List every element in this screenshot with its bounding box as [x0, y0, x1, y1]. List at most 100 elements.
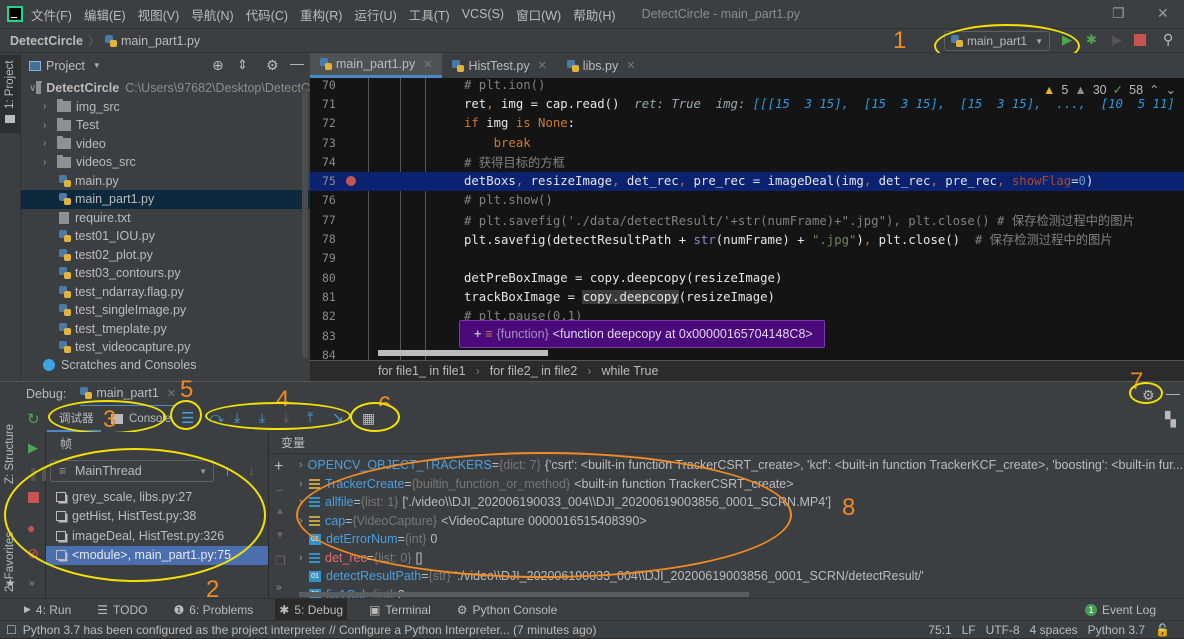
rerun-icon[interactable]: ↻	[27, 410, 40, 428]
chevron-right-icon[interactable]: ›	[293, 459, 303, 471]
tab-terminal[interactable]: ▣ Terminal	[365, 599, 435, 621]
line-number[interactable]: 78	[322, 232, 336, 246]
step-into-my-code-icon[interactable]: ⤓	[259, 409, 265, 426]
variable-row[interactable]: › allfile = {list: 1} ['./video\\DJI_20200…	[293, 493, 1184, 512]
step-over-icon[interactable]: ⤼	[209, 409, 224, 426]
status-message[interactable]: Python 3.7 has been configured as the pr…	[23, 623, 597, 637]
line-number[interactable]: 72	[322, 116, 336, 130]
structure-tab[interactable]: Z: Structure	[4, 424, 16, 484]
add-watch-icon[interactable]: +	[274, 458, 283, 476]
scratches-item[interactable]: Scratches and Consoles	[21, 356, 310, 375]
evaluate-expression-icon[interactable]: ▦	[362, 410, 375, 427]
line-number[interactable]: 71	[322, 97, 336, 111]
thread-select[interactable]: ≡ MainThread ▼	[50, 460, 214, 482]
code-breadcrumb-item[interactable]: while True	[601, 364, 658, 378]
tab-console[interactable]: Console	[111, 406, 171, 432]
tree-item[interactable]: test_videocapture.py	[21, 338, 310, 357]
line-number[interactable]: 75	[322, 174, 336, 188]
tree-item[interactable]: main.py	[21, 172, 310, 191]
tree-item[interactable]: test02_plot.py	[21, 246, 310, 265]
tab-histtest[interactable]: HistTest.py ✕	[442, 53, 556, 78]
code-line[interactable]: 75 detBoxs, resizeImage, det_rec, pre_rec…	[310, 171, 1184, 191]
mute-breakpoints-icon[interactable]: ⊘	[27, 545, 39, 562]
variable-row[interactable]: › cap = {VideoCapture} <VideoCapture 00000…	[293, 512, 1184, 531]
menu-view[interactable]: 视图(V)	[138, 5, 180, 24]
breakpoint-icon[interactable]	[346, 176, 356, 187]
lock-icon[interactable]: 🔓	[1155, 623, 1170, 637]
more-icon[interactable]: »	[29, 578, 35, 589]
code-breadcrumb-item[interactable]: for file2_ in file2	[490, 364, 578, 378]
line-number[interactable]: 74	[322, 155, 336, 169]
menu-window[interactable]: 窗口(W)	[516, 5, 561, 24]
previous-frame-icon[interactable]: ↑	[224, 462, 231, 478]
code-line[interactable]: 78 plt.savefig(detectResultPath + str(num…	[310, 229, 1184, 248]
variable-row[interactable]: › det_rec = {list: 0}[]	[293, 549, 1184, 568]
tab-debugger[interactable]: 调试器	[47, 406, 101, 432]
chevron-right-icon[interactable]: ›	[43, 157, 57, 168]
chevron-right-icon[interactable]: ›	[43, 101, 57, 112]
line-separator[interactable]: LF	[962, 623, 976, 637]
restore-window-button[interactable]: ❐	[1112, 5, 1125, 22]
project-tool-tab[interactable]: 1: Project	[0, 55, 21, 133]
tree-item[interactable]: › img_src	[21, 98, 310, 117]
tree-item[interactable]: › video	[21, 135, 310, 154]
tree-root[interactable]: ∨ DetectCircle C:\Users\97682\Desktop\De…	[21, 79, 310, 98]
locate-icon[interactable]: ⊕	[212, 57, 224, 74]
tree-item[interactable]: test_singleImage.py	[21, 301, 310, 320]
code-line[interactable]: 73 break	[310, 133, 1184, 152]
code-line[interactable]: 77 # plt.savefig('./data/detectResult/'+s…	[310, 210, 1184, 229]
gear-icon[interactable]: ⚙	[266, 57, 279, 74]
debug-session-tab[interactable]: main_part1 ✕	[80, 382, 177, 407]
menu-edit[interactable]: 编辑(E)	[84, 5, 126, 24]
tab-python-console[interactable]: ⚙ Python Console	[453, 599, 562, 621]
code-editor[interactable]: 70 # plt.ion() 71 ret, img = cap.read() ret…	[310, 78, 1184, 360]
code-line[interactable]: 74 # 获得目标的方框	[310, 152, 1184, 171]
menu-code[interactable]: 代码(C)	[246, 5, 288, 24]
line-number[interactable]: 81	[322, 290, 336, 304]
tab-run[interactable]: ▶ 4: Run	[20, 599, 75, 621]
horizontal-scrollbar[interactable]	[299, 592, 749, 597]
tree-item[interactable]: test_tmeplate.py	[21, 320, 310, 339]
expand-icon[interactable]: +	[474, 327, 481, 341]
tab-libs[interactable]: libs.py ✕	[557, 53, 646, 78]
tab-debug[interactable]: ✱ 5: Debug	[275, 598, 348, 621]
run-with-coverage-button[interactable]: ▶	[1112, 32, 1122, 48]
step-into-icon[interactable]: ⤓	[234, 409, 240, 426]
next-frame-icon[interactable]: ↓	[248, 462, 255, 478]
close-tab-icon[interactable]: ✕	[538, 59, 547, 72]
chevron-right-icon[interactable]: ›	[43, 120, 57, 131]
code-line[interactable]: 76 # plt.show()	[310, 191, 1184, 210]
line-number[interactable]: 76	[322, 193, 336, 207]
force-step-into-icon[interactable]: ⤓	[283, 409, 289, 426]
tree-item[interactable]: test01_IOU.py	[21, 227, 310, 246]
file-encoding[interactable]: UTF-8	[986, 623, 1020, 637]
gear-icon[interactable]: ⚙	[1142, 387, 1155, 404]
line-number[interactable]: 83	[322, 329, 336, 343]
code-line[interactable]: 81 trackBoxImage = copy.deepcopy(resizeIm…	[310, 287, 1184, 306]
step-out-icon[interactable]: ⤒	[307, 409, 313, 426]
tab-main-part1[interactable]: main_part1.py ✕	[310, 53, 443, 78]
tab-todo[interactable]: ☰ TODO	[93, 599, 151, 621]
tree-item[interactable]: main_part1.py	[21, 190, 310, 209]
variable-row[interactable]: 01 detErrorNum = {int} 0	[293, 530, 1184, 549]
menu-file[interactable]: 文件(F)	[31, 5, 72, 24]
chevron-down-icon[interactable]: ▼	[93, 61, 101, 70]
line-number[interactable]: 80	[322, 271, 336, 285]
move-up-icon[interactable]: ▲	[275, 506, 285, 517]
menu-vcs[interactable]: VCS(S)	[462, 7, 504, 21]
chevron-down-icon[interactable]: ∨	[29, 83, 36, 94]
layout-settings-icon[interactable]: ▚	[1165, 411, 1176, 428]
stack-frame[interactable]: getHist, HistTest.py:38	[46, 507, 268, 527]
stack-frame[interactable]: <module>, main_part1.py:75	[46, 545, 268, 565]
line-number[interactable]: 70	[322, 78, 336, 92]
toggle-tool-windows-icon[interactable]: ☐	[6, 623, 17, 637]
run-configuration-select[interactable]: main_part1 ▼	[944, 31, 1050, 51]
project-scrollbar[interactable]	[302, 88, 308, 358]
close-tab-icon[interactable]: ✕	[167, 387, 176, 400]
tree-item[interactable]: › Test	[21, 116, 310, 135]
python-interpreter[interactable]: Python 3.7	[1088, 623, 1145, 637]
debug-button[interactable]: ✱	[1086, 32, 1097, 48]
code-line[interactable]: 71 ret, img = cap.read() ret: True img: […	[310, 94, 1184, 113]
chevron-right-icon[interactable]: ›	[293, 515, 309, 527]
event-log-button[interactable]: 1 Event Log	[1084, 603, 1156, 617]
